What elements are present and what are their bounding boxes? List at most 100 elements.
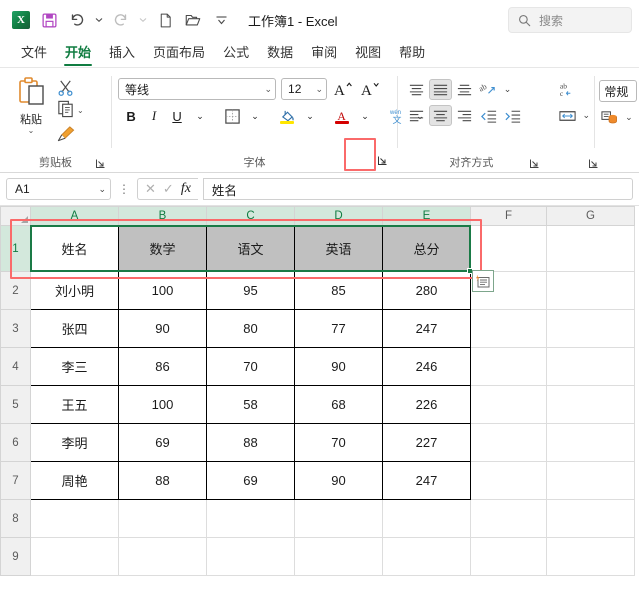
open-file-button[interactable] (180, 7, 206, 33)
row-header-3[interactable]: 3 (0, 309, 31, 348)
column-header-e[interactable]: E (382, 206, 471, 226)
cell-e9[interactable] (382, 537, 471, 576)
italic-button[interactable]: I (143, 105, 165, 127)
cell-f1[interactable] (470, 225, 547, 272)
cell-a8[interactable] (30, 499, 119, 538)
underline-dropdown-button[interactable]: ⌄ (189, 105, 211, 127)
cell-c4[interactable]: 70 (206, 347, 295, 386)
tab-insert[interactable]: 插入 (100, 40, 144, 67)
cell-c2[interactable]: 95 (206, 271, 295, 310)
orientation-button[interactable]: ab (477, 79, 500, 100)
number-dialog-launcher[interactable] (587, 157, 600, 170)
column-header-f[interactable]: F (470, 206, 547, 226)
column-header-c[interactable]: C (206, 206, 295, 226)
cell-g2[interactable] (546, 271, 635, 310)
tab-home[interactable]: 开始 (56, 40, 100, 67)
cell-a9[interactable] (30, 537, 119, 576)
merge-dropdown-button[interactable]: ⌄ (580, 105, 593, 126)
cell-c7[interactable]: 69 (206, 461, 295, 500)
column-header-g[interactable]: G (546, 206, 635, 226)
cell-a2[interactable]: 刘小明 (30, 271, 119, 310)
tab-formulas[interactable]: 公式 (214, 40, 258, 67)
search-box[interactable]: 搜索 (508, 7, 632, 33)
cell-f5[interactable] (470, 385, 547, 424)
chevron-down-icon[interactable]: ⌄ (28, 127, 35, 135)
undo-dropdown-button[interactable] (92, 7, 106, 33)
formula-input[interactable]: 姓名 (202, 178, 633, 200)
cell-f8[interactable] (470, 499, 547, 538)
increase-indent-button[interactable] (501, 105, 524, 126)
cell-b4[interactable]: 86 (118, 347, 207, 386)
cell-d3[interactable]: 77 (294, 309, 383, 348)
cell-g6[interactable] (546, 423, 635, 462)
underline-button[interactable]: U (166, 105, 188, 127)
cell-f9[interactable] (470, 537, 547, 576)
save-button[interactable] (36, 7, 62, 33)
enter-formula-button[interactable]: ✓ (163, 181, 174, 197)
cell-d2[interactable]: 85 (294, 271, 383, 310)
tab-view[interactable]: 视图 (346, 40, 390, 67)
cell-b2[interactable]: 100 (118, 271, 207, 310)
cell-d1[interactable]: 英语 (294, 225, 383, 272)
row-header-4[interactable]: 4 (0, 347, 31, 386)
tab-data[interactable]: 数据 (258, 40, 302, 67)
cell-d8[interactable] (294, 499, 383, 538)
top-align-button[interactable] (405, 79, 428, 100)
cell-e6[interactable]: 227 (382, 423, 471, 462)
row-header-6[interactable]: 6 (0, 423, 31, 462)
tab-review[interactable]: 审阅 (302, 40, 346, 67)
cell-c6[interactable]: 88 (206, 423, 295, 462)
chevron-down-icon[interactable]: ⌄ (98, 184, 106, 195)
increase-font-size-button[interactable]: A (332, 78, 354, 100)
paste-options-button[interactable] (472, 270, 494, 292)
copy-button[interactable] (56, 99, 75, 123)
cell-e8[interactable] (382, 499, 471, 538)
cell-d5[interactable]: 68 (294, 385, 383, 424)
cell-b8[interactable] (118, 499, 207, 538)
fill-color-button[interactable] (276, 105, 298, 127)
row-header-9[interactable]: 9 (0, 537, 31, 576)
cell-g4[interactable] (546, 347, 635, 386)
borders-dropdown-button[interactable]: ⌄ (244, 105, 266, 127)
align-center-button[interactable] (429, 105, 453, 126)
font-name-combo[interactable]: 等线 ⌄ (118, 78, 277, 100)
tab-page-layout[interactable]: 页面布局 (144, 40, 214, 67)
cell-c9[interactable] (206, 537, 295, 576)
cell-b3[interactable]: 90 (118, 309, 207, 348)
cell-e3[interactable]: 247 (382, 309, 471, 348)
cell-f4[interactable] (470, 347, 547, 386)
cell-c3[interactable]: 80 (206, 309, 295, 348)
cell-f6[interactable] (470, 423, 547, 462)
clipboard-dialog-launcher[interactable] (94, 157, 107, 170)
cell-f7[interactable] (470, 461, 547, 500)
select-all-corner[interactable] (0, 206, 31, 226)
row-header-1[interactable]: 1 (0, 225, 31, 272)
column-header-a[interactable]: A (30, 206, 119, 226)
cell-e7[interactable]: 247 (382, 461, 471, 500)
row-header-8[interactable]: 8 (0, 499, 31, 538)
bottom-align-button[interactable] (453, 79, 476, 100)
cell-b5[interactable]: 100 (118, 385, 207, 424)
cell-d7[interactable]: 90 (294, 461, 383, 500)
alignment-dialog-launcher[interactable] (528, 157, 541, 170)
tab-help[interactable]: 帮助 (390, 40, 434, 67)
orientation-dropdown-button[interactable]: ⌄ (501, 79, 514, 100)
cell-a6[interactable]: 李明 (30, 423, 119, 462)
cut-button[interactable] (56, 77, 84, 98)
font-color-dropdown-button[interactable]: ⌄ (354, 105, 376, 127)
decrease-indent-button[interactable] (477, 105, 500, 126)
align-left-button[interactable] (405, 105, 428, 126)
cell-c8[interactable] (206, 499, 295, 538)
row-header-2[interactable]: 2 (0, 271, 31, 310)
new-file-button[interactable] (152, 7, 178, 33)
undo-button[interactable] (64, 7, 90, 33)
cell-b6[interactable]: 69 (118, 423, 207, 462)
cell-c5[interactable]: 58 (206, 385, 295, 424)
copy-dropdown-icon[interactable]: ⌄ (77, 106, 84, 115)
number-format-combo[interactable]: 常规 (599, 80, 638, 102)
cell-a4[interactable]: 李三 (30, 347, 119, 386)
cancel-formula-button[interactable]: ✕ (145, 181, 156, 197)
cell-c1[interactable]: 语文 (206, 225, 295, 272)
accounting-format-button[interactable] (598, 107, 621, 128)
merge-center-button[interactable] (556, 105, 579, 126)
